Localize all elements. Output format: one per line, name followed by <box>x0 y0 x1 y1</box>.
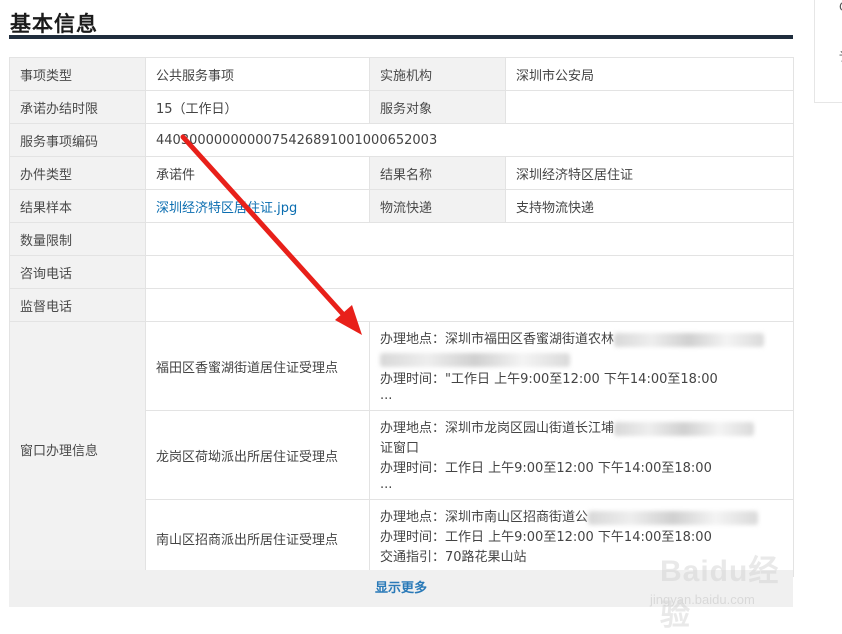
red-arrow-annotation <box>180 134 362 335</box>
